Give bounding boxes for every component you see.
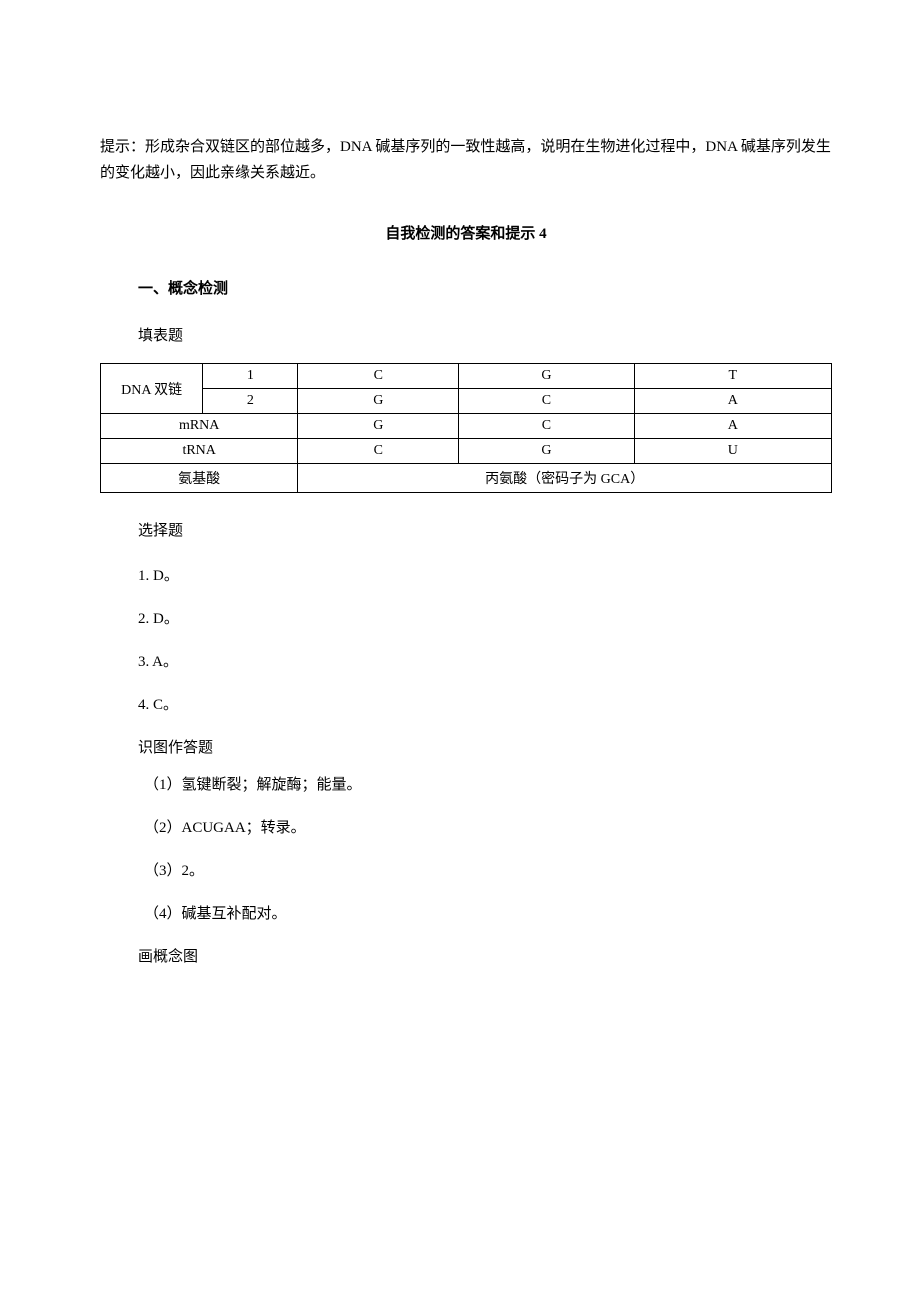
cell: U xyxy=(634,439,831,464)
page-content: 提示：形成杂合双链区的部位越多，DNA 碱基序列的一致性越高，说明在生物进化过程… xyxy=(0,0,920,1082)
cell: G xyxy=(459,439,634,464)
diagram-answer-3: （3）2。 xyxy=(144,859,832,880)
choice-answers: 1. D。 2. D。 3. A。 4. C。 xyxy=(100,564,832,714)
aa-label-cell: 氨基酸 xyxy=(101,464,298,493)
choice-answer-1: 1. D。 xyxy=(138,564,832,585)
table-row: 2 G C A xyxy=(101,389,832,414)
table-row: 氨基酸 丙氨酸（密码子为 GCA） xyxy=(101,464,832,493)
cell: A xyxy=(634,414,831,439)
cell: A xyxy=(634,389,831,414)
cell: G xyxy=(459,364,634,389)
cell: C xyxy=(298,364,459,389)
choice-answer-2: 2. D。 xyxy=(138,607,832,628)
table-row: DNA 双链 1 C G T xyxy=(101,364,832,389)
choice-answer-4: 4. C。 xyxy=(138,693,832,714)
cell: T xyxy=(634,364,831,389)
fill-table-label: 填表题 xyxy=(138,324,832,345)
diagram-label: 识图作答题 xyxy=(138,736,832,757)
dna-label-cell: DNA 双链 xyxy=(101,364,203,414)
cell: C xyxy=(459,389,634,414)
cell: C xyxy=(459,414,634,439)
concept-check-heading: 一、概念检测 xyxy=(138,277,832,298)
table-row: tRNA C G U xyxy=(101,439,832,464)
concept-map-label: 画概念图 xyxy=(138,945,832,966)
trna-label-cell: tRNA xyxy=(101,439,298,464)
section-title: 自我检测的答案和提示 4 xyxy=(100,222,832,243)
aa-value-cell: 丙氨酸（密码子为 GCA） xyxy=(298,464,832,493)
diagram-answer-2: （2）ACUGAA；转录。 xyxy=(144,816,832,837)
cell: C xyxy=(298,439,459,464)
table-row: mRNA G C A xyxy=(101,414,832,439)
diagram-answer-1: （1）氢键断裂；解旋酶；能量。 xyxy=(144,773,832,794)
choice-label: 选择题 xyxy=(138,519,832,540)
diagram-answers: （1）氢键断裂；解旋酶；能量。 （2）ACUGAA；转录。 （3）2。 （4）碱… xyxy=(100,773,832,923)
cell: 2 xyxy=(203,389,298,414)
cell: 1 xyxy=(203,364,298,389)
answer-table: DNA 双链 1 C G T 2 G C A mRNA G C A tRNA C… xyxy=(100,363,832,493)
intro-paragraph: 提示：形成杂合双链区的部位越多，DNA 碱基序列的一致性越高，说明在生物进化过程… xyxy=(100,135,832,186)
cell: G xyxy=(298,389,459,414)
mrna-label-cell: mRNA xyxy=(101,414,298,439)
choice-answer-3: 3. A。 xyxy=(138,650,832,671)
diagram-answer-4: （4）碱基互补配对。 xyxy=(144,902,832,923)
cell: G xyxy=(298,414,459,439)
